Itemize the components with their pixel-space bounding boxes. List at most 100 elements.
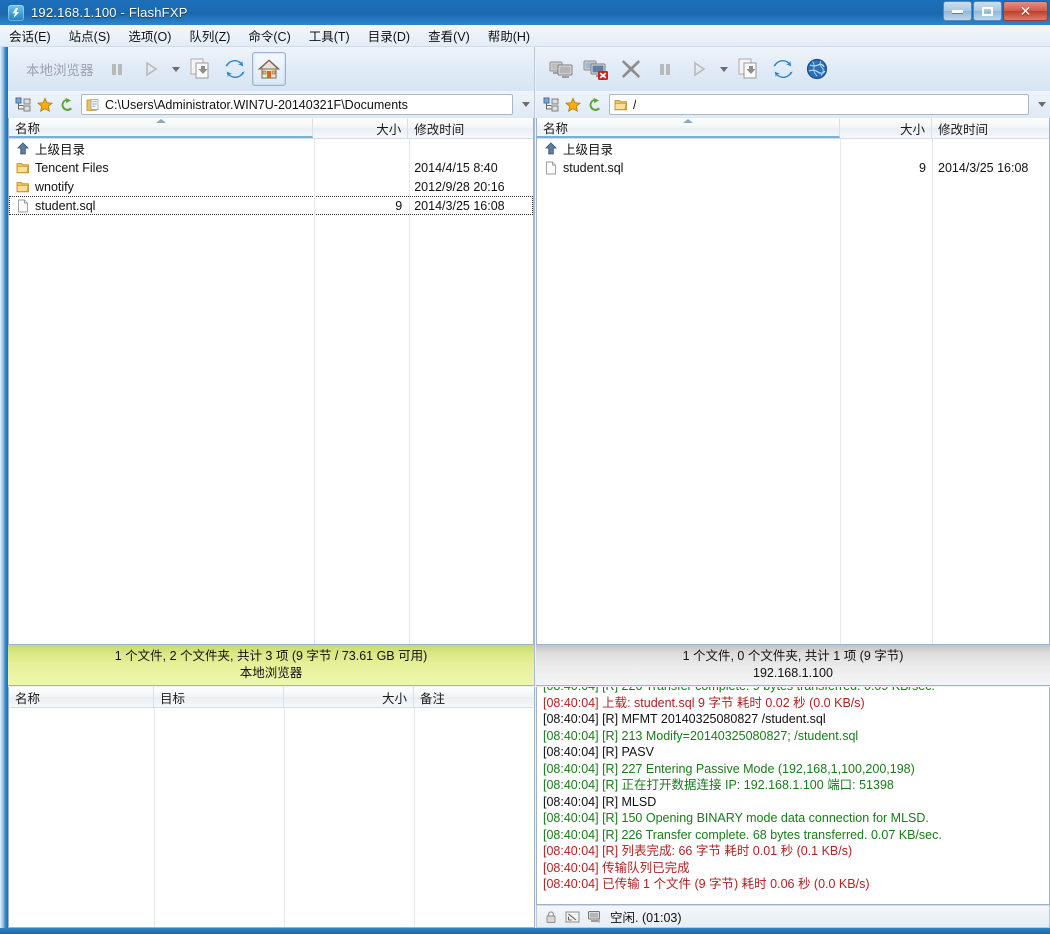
- disconnect-button[interactable]: [580, 52, 614, 86]
- tree-view-icon[interactable]: [542, 96, 560, 114]
- log-line: [08:40:04] [R] 正在打开数据连接 IP: 192.168.1.10…: [543, 778, 894, 792]
- minimize-icon: [952, 9, 963, 13]
- remote-file-list[interactable]: 名称 大小 修改时间 上级目录 student.sql 9 2014/3/25 …: [536, 118, 1050, 645]
- transfer-file-icon: [738, 58, 757, 79]
- maximize-button[interactable]: [973, 1, 1002, 21]
- queue-column-note[interactable]: 备注: [414, 687, 534, 707]
- transfer-dropdown[interactable]: [716, 66, 732, 72]
- file-name-text: Tencent Files: [35, 160, 109, 175]
- transfer-file-button[interactable]: [732, 52, 766, 86]
- tree-view-icon[interactable]: [14, 96, 32, 114]
- sort-ascending-icon: [683, 119, 693, 123]
- table-row[interactable]: wnotify 2012/9/28 20:16: [9, 177, 533, 196]
- queue-column-target[interactable]: 目标: [154, 687, 284, 707]
- session-log-pane[interactable]: [08:40:04] [R] 226 Transfer complete. 9 …: [536, 687, 1050, 905]
- lock-icon[interactable]: [542, 908, 559, 925]
- connect-button[interactable]: [546, 52, 580, 86]
- table-row[interactable]: Tencent Files 2014/4/15 8:40: [9, 158, 533, 177]
- column-header-modified-label: 修改时间: [938, 122, 989, 137]
- pause-button[interactable]: [100, 52, 134, 86]
- sort-ascending-icon: [155, 119, 166, 123]
- menu-bar: 会话(E) 站点(S) 选项(O) 队列(Z) 命令(C) 工具(T) 目录(D…: [0, 25, 1050, 47]
- transfer-button[interactable]: [134, 52, 168, 86]
- local-path-input[interactable]: C:\Users\Administrator.WIN7U-20140321F\D…: [81, 94, 513, 115]
- column-header-size-label: 大小: [376, 122, 402, 137]
- column-header-modified[interactable]: 修改时间: [408, 118, 533, 138]
- local-path-dropdown[interactable]: [517, 102, 534, 107]
- file-name-text: wnotify: [35, 179, 74, 194]
- local-browser-label: 本地浏览器: [26, 63, 94, 78]
- menu-sites[interactable]: 站点(S): [60, 24, 120, 47]
- flashfxp-window: 192.168.1.100 - FlashFXP ✕ 会话(E) 站点(S) 选…: [0, 0, 1050, 934]
- queue-column-size[interactable]: 大小: [284, 687, 414, 707]
- menu-directory[interactable]: 目录(D): [359, 24, 419, 47]
- server-icon[interactable]: [586, 908, 603, 925]
- local-file-list[interactable]: 名称 大小 修改时间 上级目录 Tencent Files 2014/4/15 …: [8, 118, 534, 645]
- table-row[interactable]: 上级目录: [9, 139, 533, 158]
- log-line: [08:40:04] 传输队列已完成: [543, 860, 690, 875]
- menu-view[interactable]: 查看(V): [419, 24, 479, 47]
- transfer-button[interactable]: [682, 52, 716, 86]
- transfer-dropdown[interactable]: [168, 66, 184, 72]
- remote-path-text: /: [633, 97, 637, 112]
- refresh-icon: [224, 60, 245, 78]
- close-button[interactable]: ✕: [1003, 1, 1048, 21]
- close-icon: ✕: [1019, 3, 1032, 19]
- column-header-size[interactable]: 大小: [840, 118, 932, 138]
- file-icon: [543, 160, 558, 175]
- favorite-star-icon[interactable]: [36, 96, 54, 114]
- window-title: 192.168.1.100 - FlashFXP: [31, 5, 188, 20]
- transfer-queue-pane[interactable]: 名称 目标 大小 备注: [8, 687, 535, 928]
- menu-tools[interactable]: 工具(T): [300, 24, 359, 47]
- remote-status-summary: 1 个文件, 0 个文件夹, 共计 1 项 (9 字节): [682, 649, 904, 663]
- queue-column-note-label: 备注: [420, 691, 446, 706]
- close-x-icon: [622, 60, 640, 78]
- log-line: [08:40:04] 上载: student.sql 9 字节 耗时 0.02 …: [543, 695, 865, 710]
- home-button[interactable]: [251, 52, 286, 86]
- up-arrow-green-icon[interactable]: [58, 96, 76, 114]
- log-line: [08:40:04] [R] MFMT 20140325080827 /stud…: [543, 712, 826, 726]
- table-row[interactable]: student.sql 9 2014/3/25 16:08: [9, 196, 533, 215]
- queue-column-target-label: 目标: [160, 691, 186, 706]
- local-file-pane: 名称 大小 修改时间 上级目录 Tencent Files 2014/4/15 …: [8, 118, 535, 645]
- log-line: [08:40:04] [R] 227 Entering Passive Mode…: [543, 761, 915, 776]
- column-header-modified[interactable]: 修改时间: [932, 118, 1049, 138]
- transfer-file-button[interactable]: [184, 52, 218, 86]
- menu-options[interactable]: 选项(O): [119, 24, 180, 47]
- file-modified-cell: 2014/4/15 8:40: [414, 160, 498, 175]
- local-status-summary: 1 个文件, 2 个文件夹, 共计 3 项 (9 字节 / 73.61 GB 可…: [114, 649, 428, 663]
- home-icon: [257, 59, 280, 79]
- queue-column-name[interactable]: 名称: [9, 687, 154, 707]
- up-arrow-green-icon[interactable]: [586, 96, 604, 114]
- up-folder-icon: [15, 141, 30, 156]
- refresh-button[interactable]: [766, 52, 800, 86]
- table-row[interactable]: 上级目录: [537, 139, 1049, 158]
- abort-button[interactable]: [614, 52, 648, 86]
- minimize-button[interactable]: [943, 1, 972, 21]
- queue-column-size-label: 大小: [381, 691, 407, 706]
- globe-button[interactable]: [800, 52, 834, 86]
- queue-column-headers: 名称 目标 大小 备注: [9, 687, 534, 708]
- remote-path-input[interactable]: /: [609, 94, 1029, 115]
- menu-session[interactable]: 会话(E): [0, 24, 60, 47]
- menu-commands[interactable]: 命令(C): [239, 24, 299, 47]
- table-row[interactable]: student.sql 9 2014/3/25 16:08: [537, 158, 1049, 177]
- remote-path-dropdown[interactable]: [1033, 102, 1050, 107]
- minimize-window-icon[interactable]: [564, 908, 581, 925]
- file-name-text: 上级目录: [563, 143, 614, 157]
- column-header-name[interactable]: 名称: [537, 118, 840, 138]
- file-modified-cell: 2012/9/28 20:16: [414, 179, 505, 194]
- favorite-star-icon[interactable]: [564, 96, 582, 114]
- remote-column-headers: 名称 大小 修改时间: [537, 118, 1049, 139]
- up-folder-icon: [543, 141, 558, 156]
- column-header-name[interactable]: 名称: [9, 118, 314, 138]
- local-path-text: C:\Users\Administrator.WIN7U-20140321F\D…: [105, 97, 408, 112]
- chevron-down-icon: [1037, 102, 1046, 107]
- pause-button[interactable]: [648, 52, 682, 86]
- refresh-button[interactable]: [218, 52, 252, 86]
- column-header-size[interactable]: 大小: [313, 118, 409, 138]
- menu-queue[interactable]: 队列(Z): [180, 24, 239, 47]
- refresh-icon: [773, 60, 793, 78]
- menu-help[interactable]: 帮助(H): [479, 24, 539, 47]
- log-line: [08:40:04] 已传输 1 个文件 (9 字节) 耗时 0.06 秒 (0…: [543, 877, 870, 891]
